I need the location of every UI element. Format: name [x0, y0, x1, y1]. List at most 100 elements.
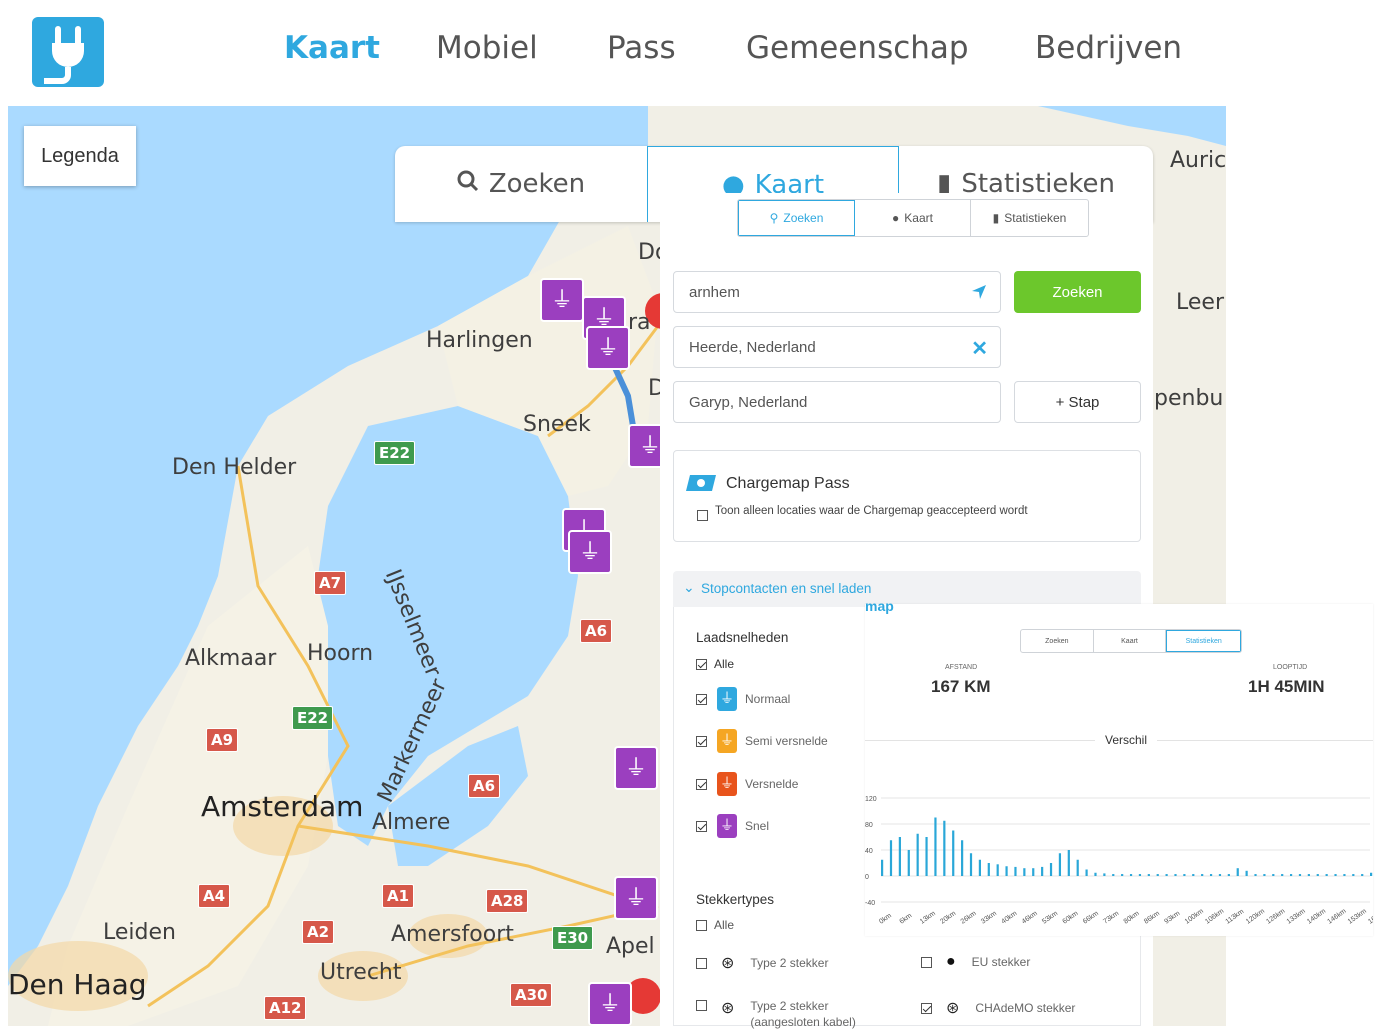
charging-station-marker[interactable]: ⏚	[568, 530, 612, 574]
section-header[interactable]: ⌄ Stopcontacten en snel laden	[673, 571, 1141, 607]
speed-semi-checkbox[interactable]	[696, 735, 707, 747]
chart-bar	[1245, 870, 1248, 876]
clear-icon[interactable]: ✕	[971, 336, 988, 361]
add-step-button[interactable]: + Stap	[1014, 381, 1141, 423]
search-icon	[457, 169, 479, 199]
eu-plug-icon: ●	[946, 953, 956, 970]
plug-fast-icon: ⏚	[717, 814, 737, 838]
panel-tab-zoeken-label: Zoeken	[783, 211, 824, 225]
via-field[interactable]: Heerde, Nederland ✕	[673, 326, 1001, 368]
speed-versnelde-label: Versnelde	[745, 777, 799, 791]
speed-normaal[interactable]: ⏚ Normaal	[696, 687, 790, 711]
stats-tab-zoeken-label: Zoeken	[1045, 637, 1069, 645]
plug-chademo[interactable]: ⊛ CHAdeMO stekker	[921, 998, 1075, 1018]
chart-bar	[916, 833, 919, 876]
panel-tabs: ⚲ Zoeken ● Kaart ▮ Statistieken	[737, 199, 1089, 237]
plug-alle[interactable]: Alle	[696, 918, 734, 932]
speed-snel-label: Snel	[745, 819, 770, 833]
place-auric: Auric	[1170, 148, 1226, 173]
nav-mobiel[interactable]: Mobiel	[436, 30, 538, 66]
panel-tab-zoeken[interactable]: ⚲ Zoeken	[738, 200, 855, 236]
pass-only-checkbox[interactable]	[697, 510, 708, 522]
speed-semi[interactable]: ⏚ Semi versnelde	[696, 729, 828, 753]
speed-alle[interactable]: Alle	[696, 657, 734, 671]
chevron-down-icon: ⌄	[683, 579, 695, 595]
charging-station-marker[interactable]: ⏚	[588, 982, 632, 1026]
legend-button[interactable]: Legenda	[24, 126, 136, 186]
charging-station-marker[interactable]: ⏚	[614, 746, 658, 790]
chart-bar	[996, 864, 999, 876]
chart-bar	[952, 830, 955, 876]
nav-pass[interactable]: Pass	[607, 30, 676, 66]
plug-type2-checkbox[interactable]	[696, 957, 707, 969]
search-button[interactable]: Zoeken	[1014, 271, 1141, 313]
stats-tab-statistieken[interactable]: Statistieken	[1166, 630, 1241, 652]
plug-types-title: Stekkertypes	[696, 892, 775, 907]
distance-label: AFSTAND	[945, 664, 978, 671]
chart-bar	[1103, 873, 1106, 876]
chart-bar	[889, 840, 893, 876]
tab-zoeken-label: Zoeken	[488, 169, 586, 199]
chargemap-logo-icon[interactable]	[32, 17, 104, 87]
nav-kaart[interactable]: Kaart	[284, 30, 380, 66]
speed-normaal-checkbox[interactable]	[696, 693, 707, 705]
speed-versnelde[interactable]: ⏚ Versnelde	[696, 772, 798, 796]
chart-bar	[1085, 869, 1088, 876]
locate-arrow-icon[interactable]	[970, 283, 988, 305]
speed-alle-checkbox[interactable]	[696, 658, 707, 670]
chart-bar	[1032, 868, 1035, 876]
chart-bar	[1325, 874, 1328, 876]
top-header: Kaart Mobiel Pass Gemeenschap Bedrijven	[8, 0, 1226, 106]
stats-tab-kaart[interactable]: Kaart	[1094, 630, 1167, 652]
charging-station-marker[interactable]: ⏚	[586, 326, 630, 370]
x-tick-label: 100km	[1184, 908, 1205, 926]
x-tick-label: 26km	[960, 910, 978, 926]
plug-type2-cable[interactable]: ⊛ Type 2 stekker (aangesloten kabel)	[696, 998, 856, 1030]
speed-snel-checkbox[interactable]	[696, 820, 707, 832]
y-tick-label: 80	[865, 822, 873, 829]
start-field[interactable]: arnhem	[673, 271, 1001, 313]
duration-value: 1H 45MIN	[1248, 677, 1325, 696]
plug-eu-checkbox[interactable]	[921, 956, 932, 968]
speed-snel[interactable]: ⏚ Snel	[696, 814, 769, 838]
section-title: Stopcontacten en snel laden	[701, 581, 872, 596]
chademo-plug-icon: ⊛	[946, 1000, 960, 1017]
chart-bar	[1067, 850, 1070, 876]
chart-bar	[1183, 874, 1186, 876]
destination-field[interactable]: Garyp, Nederland	[673, 381, 1001, 423]
speed-versnelde-checkbox[interactable]	[696, 778, 707, 790]
place-amersfoort: Amersfoort	[391, 922, 514, 947]
plug-chademo-label: CHAdeMO stekker	[975, 1001, 1076, 1015]
x-tick-label: 93km	[1163, 910, 1181, 926]
place-den-helder: Den Helder	[172, 455, 297, 480]
chart-bar	[1156, 874, 1159, 876]
panel-tab-kaart[interactable]: ● Kaart	[855, 200, 971, 236]
nav-gemeenschap[interactable]: Gemeenschap	[746, 30, 969, 66]
y-tick-label: -40	[865, 900, 875, 907]
panel-tab-statistieken[interactable]: ▮ Statistieken	[971, 200, 1088, 236]
nav-bedrijven[interactable]: Bedrijven	[1035, 30, 1182, 66]
x-tick-label: 80km	[1123, 910, 1141, 926]
tab-zoeken[interactable]: Zoeken	[395, 146, 647, 222]
stats-tab-zoeken[interactable]: Zoeken	[1021, 630, 1094, 652]
duration-label: LOOPTIJD	[1273, 664, 1308, 671]
plug-eu[interactable]: ● EU stekker	[921, 953, 1030, 971]
plug-alle-checkbox[interactable]	[696, 919, 707, 931]
chart-bar	[907, 850, 910, 876]
plug-chademo-checkbox[interactable]	[921, 1002, 932, 1014]
pass-card-icon	[684, 473, 718, 498]
chart-bar	[1094, 872, 1097, 876]
chart-bar	[1165, 874, 1168, 876]
place-ra: ra	[628, 310, 651, 335]
chart-bar	[1076, 859, 1079, 876]
x-tick-label: 46km	[1021, 910, 1039, 926]
brand-fragment: map	[865, 598, 894, 614]
chart-bar	[1201, 874, 1204, 876]
distance-value: 167 KM	[931, 677, 991, 696]
plug-type2-cable-checkbox[interactable]	[696, 1000, 707, 1011]
chart-bar	[1370, 872, 1373, 876]
plug-type2[interactable]: ⊛ Type 2 stekker	[696, 953, 828, 973]
road-a12: A12	[264, 996, 307, 1020]
charging-station-marker[interactable]: ⏚	[614, 876, 658, 920]
charging-station-marker[interactable]: ⏚	[540, 278, 584, 322]
